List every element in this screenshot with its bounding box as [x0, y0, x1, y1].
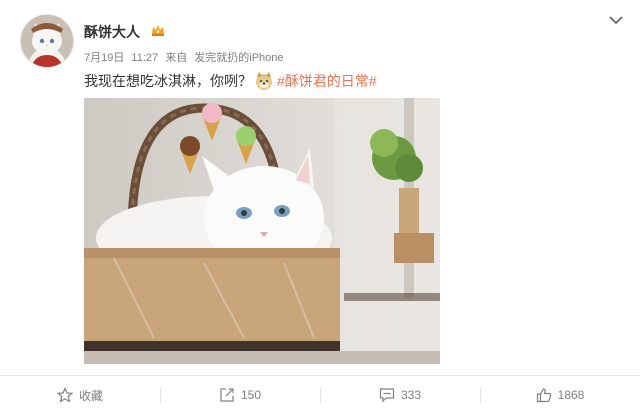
user-avatar[interactable] — [20, 14, 74, 68]
thumbs-up-icon — [536, 388, 551, 403]
post-date[interactable]: 7月19日 — [84, 52, 124, 64]
post-time[interactable]: 11:27 — [131, 52, 158, 64]
source-prefix: 来自 — [165, 52, 188, 64]
username[interactable]: 酥饼大人 — [84, 22, 140, 42]
star-icon — [56, 387, 73, 403]
post-text: 我现在想吃冰淇淋，你咧？ — [84, 73, 252, 89]
topic-link[interactable]: #酥饼君的日常# — [277, 71, 377, 91]
doge-emoji-icon — [254, 71, 274, 91]
comment-bubble-icon — [379, 388, 395, 403]
repost-button[interactable]: 150 — [160, 376, 320, 414]
post-photo[interactable] — [84, 98, 440, 364]
comment-button[interactable]: 333 — [320, 376, 480, 414]
post-source[interactable]: 发完就扔的iPhone — [194, 52, 283, 64]
favorite-label: 收藏 — [78, 388, 103, 403]
post-content: 我现在想吃冰淇淋，你咧？ #酥饼君的日常# — [84, 70, 377, 92]
chevron-down-icon[interactable] — [608, 14, 624, 26]
repost-count: 150 — [240, 388, 262, 402]
action-bar: 收藏 150 333 1868 — [0, 375, 640, 414]
comment-count: 333 — [400, 388, 422, 402]
post-meta: 7月19日 11:27 来自 发完就扔的iPhone — [84, 49, 288, 65]
like-count: 1868 — [557, 388, 585, 402]
share-arrow-icon — [220, 388, 234, 402]
vip-crown-icon[interactable] — [150, 22, 166, 38]
favorite-button[interactable]: 收藏 — [0, 376, 160, 414]
like-button[interactable]: 1868 — [480, 376, 640, 414]
